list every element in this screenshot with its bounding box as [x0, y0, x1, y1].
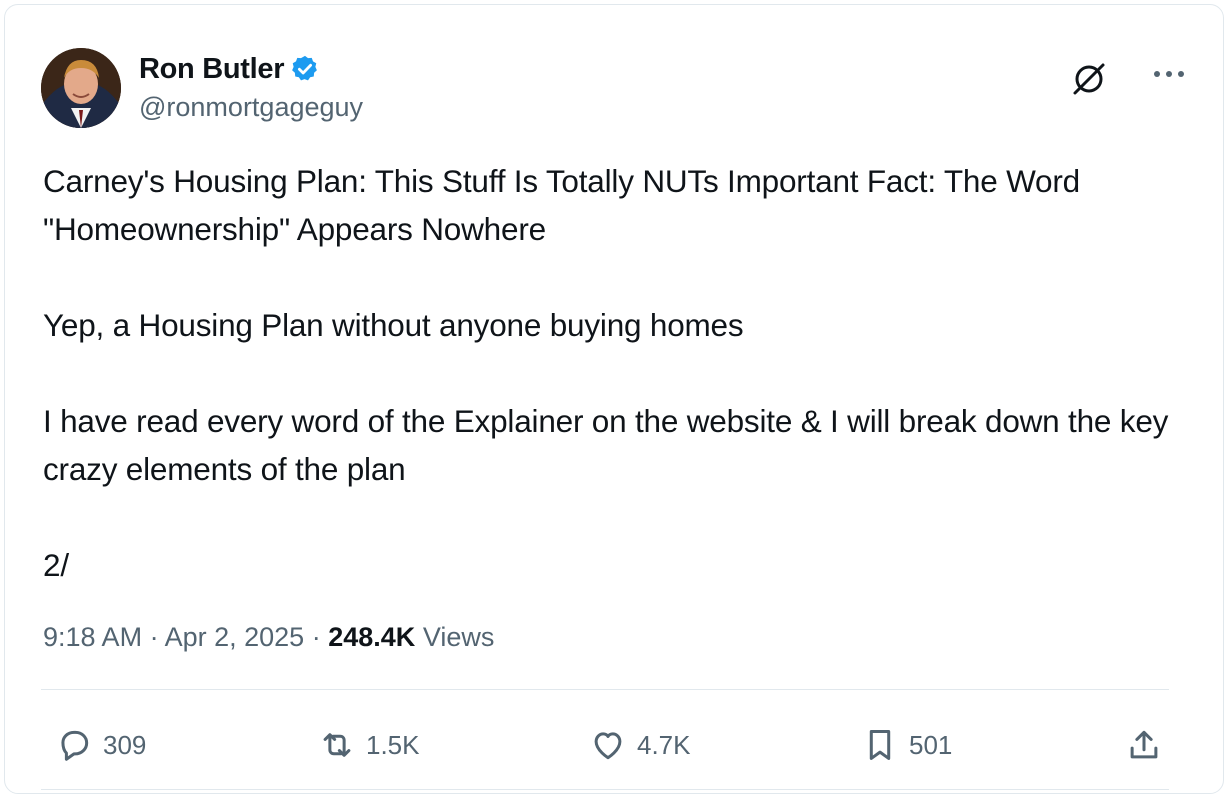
- reply-count: 309: [103, 729, 147, 760]
- verified-badge-icon[interactable]: [290, 54, 320, 84]
- like-count: 4.7K: [637, 729, 691, 760]
- grok-icon[interactable]: [1069, 59, 1109, 99]
- views-label: Views: [422, 622, 495, 652]
- views-count[interactable]: 248.4K: [328, 622, 415, 652]
- repost-count: 1.5K: [366, 729, 420, 760]
- avatar[interactable]: [41, 48, 121, 128]
- more-icon[interactable]: [1151, 59, 1187, 89]
- repost-icon: [318, 726, 356, 764]
- meta-separator: ·: [311, 622, 321, 652]
- post-meta: 9:18 AM · Apr 2, 2025 · 248.4K Views: [43, 622, 494, 653]
- meta-separator: ·: [149, 622, 159, 652]
- bookmark-count: 501: [909, 729, 953, 760]
- author-handle[interactable]: @ronmortgageguy: [139, 92, 363, 123]
- post-text: Carney's Housing Plan: This Stuff Is Tot…: [43, 163, 1169, 583]
- share-button[interactable]: [1125, 717, 1163, 773]
- reply-button[interactable]: 309: [55, 717, 146, 773]
- post-date[interactable]: Apr 2, 2025: [165, 622, 305, 652]
- bookmark-icon: [861, 726, 899, 764]
- divider: [41, 789, 1169, 790]
- reply-icon: [55, 726, 93, 764]
- post-header: Ron Butler @ronmortgageguy: [41, 45, 1187, 131]
- share-icon: [1125, 726, 1163, 764]
- bookmark-button[interactable]: 501: [861, 717, 952, 773]
- heart-icon: [589, 726, 627, 764]
- author-display-name[interactable]: Ron Butler: [139, 53, 285, 86]
- repost-button[interactable]: 1.5K: [318, 717, 420, 773]
- post-time[interactable]: 9:18 AM: [43, 622, 142, 652]
- post-card: Ron Butler @ronmortgageguy Carney's Hous…: [4, 4, 1224, 794]
- divider: [41, 689, 1169, 690]
- like-button[interactable]: 4.7K: [589, 717, 691, 773]
- author-block: Ron Butler @ronmortgageguy: [139, 50, 363, 123]
- name-row: Ron Butler: [139, 50, 363, 88]
- action-bar: 309 1.5K 4.7K 501: [41, 717, 1171, 773]
